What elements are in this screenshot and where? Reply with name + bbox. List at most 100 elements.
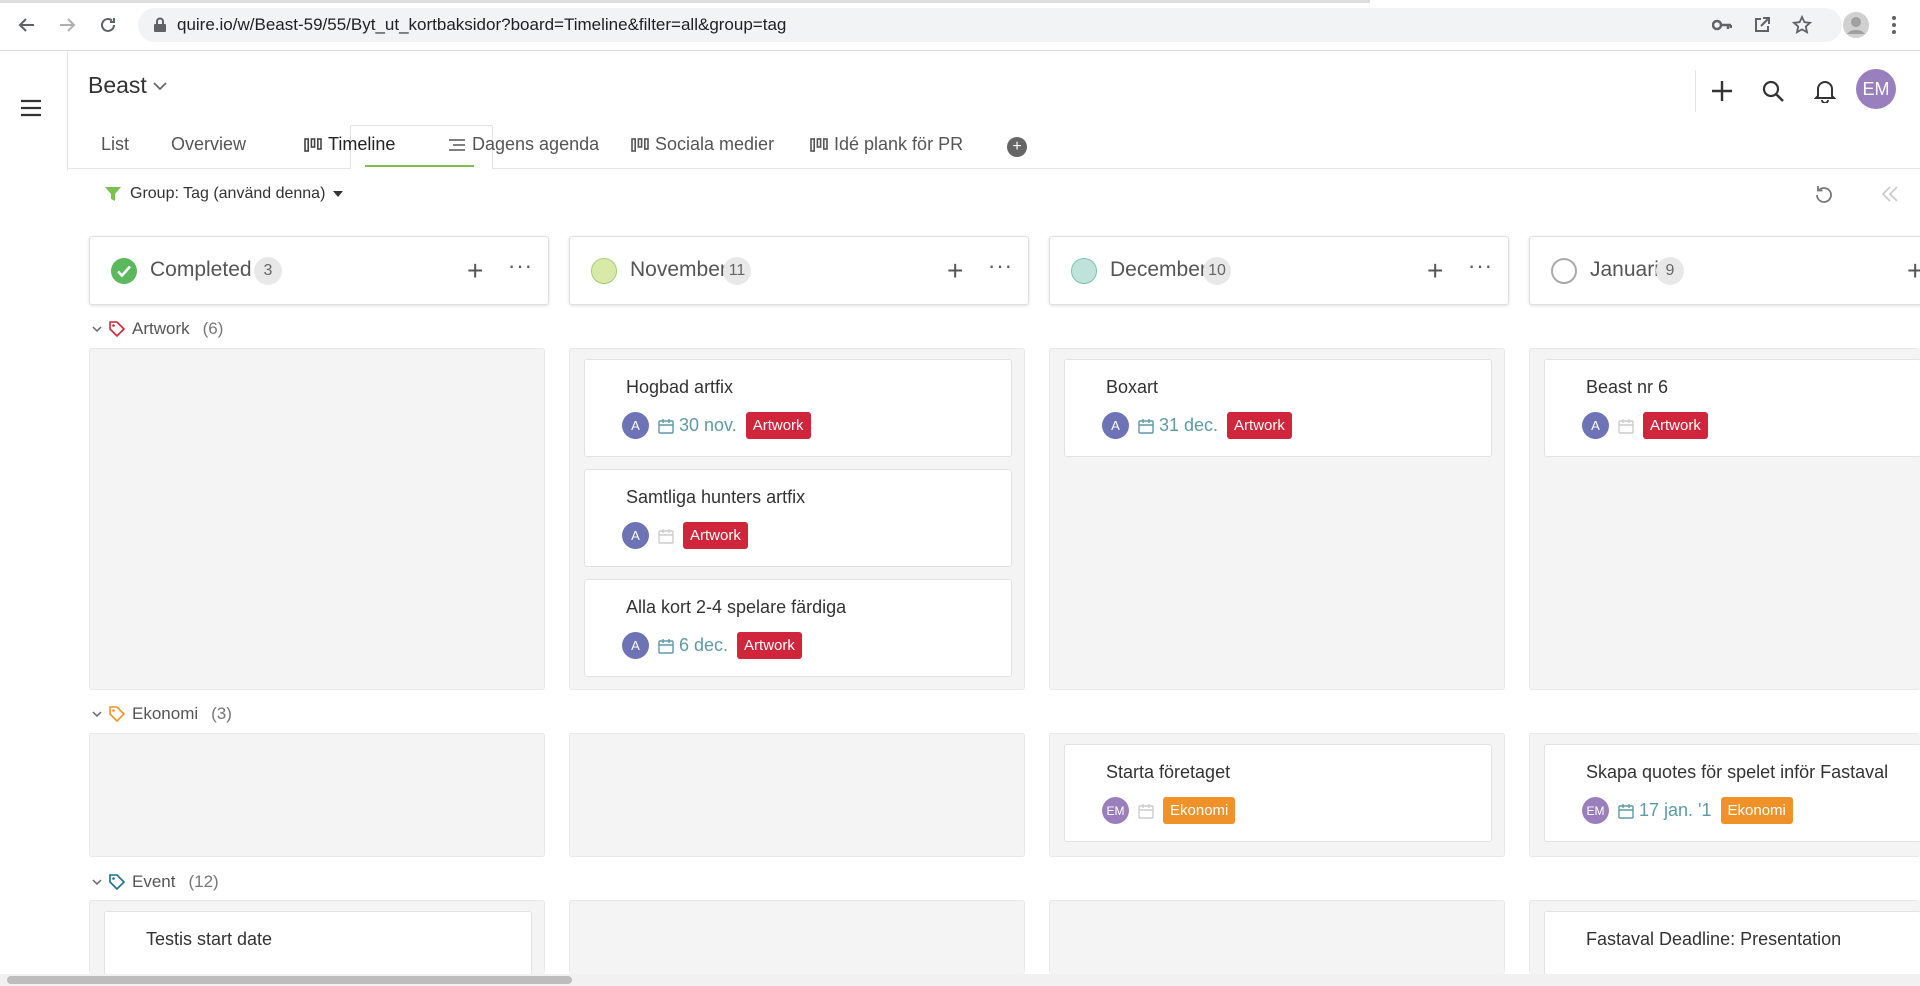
forward-arrow-icon[interactable]: [54, 12, 80, 38]
calendar-icon: [658, 418, 674, 434]
star-icon[interactable]: [1790, 13, 1814, 37]
key-icon[interactable]: [1710, 13, 1734, 37]
tag-badge[interactable]: Artwork: [737, 632, 802, 659]
bell-icon[interactable]: [1810, 76, 1840, 106]
project-title[interactable]: Beast: [88, 72, 147, 99]
task-card[interactable]: Hogbad artfix A 30 nov. Artwork: [584, 359, 1012, 457]
tab-dagens-agenda[interactable]: Dagens agenda: [448, 134, 599, 155]
tag-badge[interactable]: Artwork: [683, 522, 748, 549]
reload-icon[interactable]: [95, 12, 121, 38]
due-date[interactable]: 17 jan. '1: [1618, 800, 1712, 821]
due-date[interactable]: 31 dec.: [1138, 415, 1218, 436]
lane-ekonomi-completed: [89, 733, 545, 857]
tag-badge[interactable]: Artwork: [1227, 412, 1292, 439]
tab-sociala-medier[interactable]: Sociala medier: [631, 134, 774, 155]
assignee-avatar[interactable]: EM: [1102, 797, 1129, 824]
task-card[interactable]: Samtliga hunters artfix A Artwork: [584, 469, 1012, 567]
chevron-down-icon[interactable]: [92, 325, 102, 333]
collapse-panel-icon[interactable]: [1880, 184, 1900, 204]
assignee-avatar[interactable]: A: [622, 522, 649, 549]
kebab-menu-icon[interactable]: [1882, 13, 1906, 37]
task-card[interactable]: Beast nr 6 A Artwork: [1544, 359, 1920, 457]
group-count: (6): [202, 319, 224, 338]
chevron-down-icon[interactable]: [153, 82, 167, 91]
board-icon: [304, 137, 322, 153]
assignee-avatar[interactable]: EM: [1582, 797, 1609, 824]
due-date[interactable]: 30 nov.: [658, 415, 737, 436]
group-header-event[interactable]: Event (12): [92, 872, 219, 892]
tag-badge[interactable]: Artwork: [745, 412, 811, 439]
tab-label: Dagens agenda: [472, 134, 600, 154]
tab-label: Overview: [171, 134, 247, 154]
task-title: Boxart: [1106, 377, 1159, 397]
tag-badge[interactable]: Ekonomi: [1163, 797, 1236, 824]
calendar-icon: [1138, 418, 1154, 434]
more-options-icon[interactable]: ···: [988, 253, 1013, 279]
lane-artwork-december: Boxart A 31 dec. Artwork: [1049, 348, 1505, 690]
assignee-avatar[interactable]: A: [622, 412, 649, 439]
task-card[interactable]: Fastaval Deadline: Presentation: [1544, 911, 1920, 974]
tab-timeline[interactable]: Timeline: [304, 134, 395, 155]
add-icon[interactable]: [1707, 76, 1737, 106]
lane-artwork-completed: [89, 348, 545, 690]
due-date[interactable]: [658, 528, 674, 544]
due-date-text: 30 nov.: [679, 415, 737, 435]
group-by-dropdown[interactable]: Group: Tag (använd denna): [104, 185, 344, 203]
task-card[interactable]: Testis start date: [104, 911, 532, 974]
tab-list[interactable]: List: [101, 134, 129, 155]
back-arrow-icon[interactable]: [14, 12, 40, 38]
task-card[interactable]: Skapa quotes för spelet inför Fastaval E…: [1544, 744, 1920, 842]
lane-event-december: [1049, 900, 1505, 974]
tab-ide-plank-for-pr[interactable]: Idé plank för PR: [810, 134, 963, 155]
chevron-down-icon[interactable]: [92, 710, 102, 718]
more-options-icon[interactable]: ···: [1468, 253, 1493, 279]
check-circle-icon[interactable]: [111, 258, 137, 284]
chevron-down-icon[interactable]: [92, 878, 102, 886]
lane-event-completed: Testis start date: [89, 900, 545, 974]
url-text[interactable]: quire.io/w/Beast-59/55/Byt_ut_kortbaksid…: [177, 15, 786, 35]
due-date[interactable]: [1618, 418, 1634, 434]
column-header-december[interactable]: December 10 + ···: [1049, 236, 1509, 305]
search-icon[interactable]: [1758, 76, 1788, 106]
add-task-icon[interactable]: +: [947, 257, 963, 285]
lane-artwork-november: Hogbad artfix A 30 nov. Artwork Samtliga…: [569, 348, 1025, 690]
reset-icon[interactable]: [1813, 184, 1835, 206]
due-date[interactable]: 6 dec.: [658, 635, 728, 656]
lane-event-januari: Fastaval Deadline: Presentation: [1529, 900, 1920, 974]
task-card[interactable]: Alla kort 2-4 spelare färdiga A 6 dec. A…: [584, 579, 1012, 677]
group-name: Event: [132, 872, 176, 891]
tab-label: Timeline: [328, 134, 396, 154]
add-view-icon[interactable]: +: [1007, 137, 1027, 157]
hamburger-menu-icon[interactable]: [20, 99, 46, 121]
caret-down-icon: [333, 191, 344, 197]
group-header-ekonomi[interactable]: Ekonomi (3): [92, 704, 232, 724]
user-avatar[interactable]: EM: [1856, 69, 1896, 109]
assignee-avatar[interactable]: A: [622, 632, 649, 659]
open-external-icon[interactable]: [1750, 13, 1774, 37]
add-task-icon[interactable]: +: [1427, 257, 1443, 285]
add-task-icon[interactable]: +: [1907, 257, 1920, 285]
task-card[interactable]: Starta företaget EM Ekonomi: [1064, 744, 1492, 842]
add-task-icon[interactable]: +: [467, 257, 483, 285]
task-title: Beast nr 6: [1586, 377, 1669, 397]
column-count: 9: [1656, 257, 1684, 285]
status-circle-icon[interactable]: [1071, 258, 1097, 284]
column-header-november[interactable]: November 11 + ···: [569, 236, 1029, 305]
task-card[interactable]: Boxart A 31 dec. Artwork: [1064, 359, 1492, 457]
due-date[interactable]: [1138, 803, 1154, 819]
column-header-completed[interactable]: Completed 3 + ···: [89, 236, 549, 305]
tab-overview[interactable]: Overview: [171, 134, 246, 155]
more-options-icon[interactable]: ···: [508, 253, 533, 279]
status-circle-icon[interactable]: [591, 258, 617, 284]
task-title: Starta företaget: [1106, 762, 1231, 782]
tag-badge[interactable]: Ekonomi: [1720, 797, 1793, 824]
scrollbar-thumb[interactable]: [7, 976, 572, 984]
profile-icon[interactable]: [1842, 11, 1870, 39]
column-header-januari[interactable]: Januari 9 +: [1529, 236, 1920, 305]
assignee-avatar[interactable]: A: [1102, 412, 1129, 439]
group-header-artwork[interactable]: Artwork (6): [92, 319, 223, 339]
assignee-avatar[interactable]: A: [1582, 412, 1609, 439]
board-icon: [810, 137, 828, 153]
tag-badge[interactable]: Artwork: [1643, 412, 1708, 439]
status-circle-icon[interactable]: [1551, 258, 1577, 284]
